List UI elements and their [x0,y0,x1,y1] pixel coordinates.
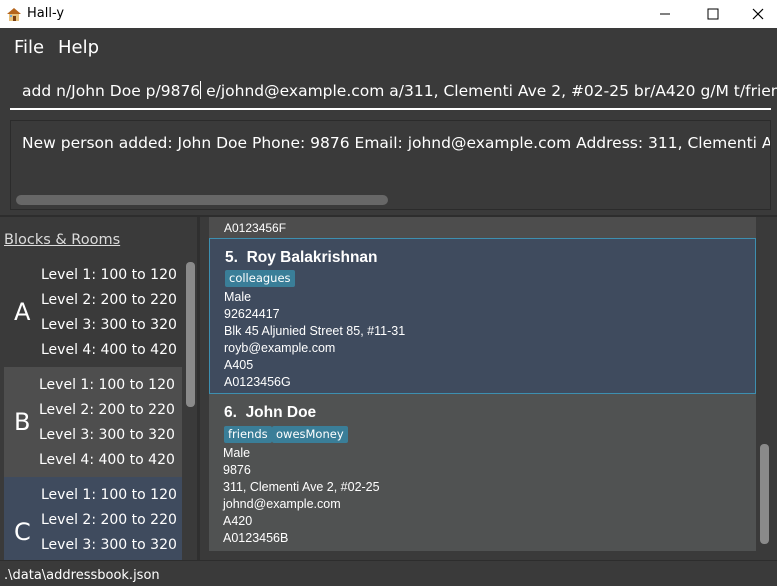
person-list-panel: A0123456F 5. Roy Balakrishnan colleagues… [200,217,777,560]
person-index: 5. [225,249,238,266]
command-text-before-caret: add n/John Doe p/9876 [22,82,201,100]
person-name: 5. Roy Balakrishnan [225,249,378,267]
block-letter: B [14,408,31,436]
blocks-rooms-panel: Blocks & Rooms A Level 1: 100 to 120 Lev… [0,217,198,560]
title-bar: Hall-y [0,0,777,28]
close-icon [752,8,764,20]
person-matric: A0123456G [224,375,291,389]
data-file-path: .\data\addressbook.json [4,568,160,583]
tag: owesMoney [272,426,348,443]
command-text-after-caret: e/johnd@example.com a/311, Clementi Ave … [201,82,777,100]
person-card[interactable]: 5. Roy Balakrishnan colleagues Male 9262… [209,238,756,394]
person-name-text: John Doe [245,404,317,421]
person-gender: Male [224,290,252,304]
person-name-text: Roy Balakrishnan [246,249,378,266]
person-email: royb@example.com [224,341,336,355]
maximize-icon [707,8,719,20]
menu-file[interactable]: File [14,37,44,58]
level-item: Level 2: 200 to 220 [41,292,177,308]
block-c[interactable]: C Level 1: 100 to 120 Level 2: 200 to 22… [4,477,182,560]
minimize-icon [660,13,670,15]
level-item: Level 2: 200 to 220 [41,512,177,528]
maximize-button[interactable] [690,0,736,28]
block-letter: A [14,298,31,326]
menu-bar: File Help [0,28,777,64]
status-bar: .\data\addressbook.json [0,560,777,586]
person-gender: Male [223,446,251,460]
command-input[interactable]: add n/John Doe p/9876 e/johnd@example.co… [10,70,777,110]
block-b[interactable]: B Level 1: 100 to 120 Level 2: 200 to 22… [4,367,182,477]
person-index: 6. [224,404,237,421]
menu-help[interactable]: Help [58,37,99,58]
person-matric: A0123456F [224,221,287,235]
person-card-partial[interactable]: A0123456F [209,217,756,238]
level-item: Level 4: 400 to 420 [39,452,175,468]
close-button[interactable] [735,0,777,28]
minimize-button[interactable] [642,0,688,28]
level-item: Level 1: 100 to 120 [41,267,177,283]
level-item: Level 3: 300 to 320 [39,427,175,443]
person-matric: A0123456B [223,531,289,545]
app-house-icon [7,8,21,21]
block-letter: C [14,518,31,546]
result-display[interactable]: New person added: John Doe Phone: 9876 E… [10,120,771,210]
person-room: A405 [224,358,254,372]
level-item: Level 4: 400 to 420 [41,342,177,358]
person-list-scrollbar[interactable] [760,444,769,544]
level-item: Level 1: 100 to 120 [41,487,177,503]
level-item: Level 1: 100 to 120 [39,377,175,393]
person-card[interactable]: 6. John Doe friends owesMoney Male 9876 … [209,394,756,551]
blocks-rooms-title[interactable]: Blocks & Rooms [4,232,120,248]
person-room: A420 [223,514,253,528]
tag: colleagues [225,270,295,287]
result-horizontal-scrollbar[interactable] [16,195,388,205]
person-phone: 9876 [223,463,251,477]
person-email: johnd@example.com [223,497,341,511]
command-text: add n/John Doe p/9876 e/johnd@example.co… [22,81,777,100]
person-address: 311, Clementi Ave 2, #02-25 [223,480,380,494]
sidebar-scrollbar[interactable] [186,262,195,407]
person-name: 6. John Doe [224,404,316,422]
block-a[interactable]: A Level 1: 100 to 120 Level 2: 200 to 22… [4,257,182,367]
level-item: Level 3: 300 to 320 [41,317,177,333]
person-address: Blk 45 Aljunied Street 85, #11-31 [224,324,406,338]
level-item: Level 3: 300 to 320 [41,537,177,553]
window-title: Hall-y [27,6,65,21]
result-text: New person added: John Doe Phone: 9876 E… [22,134,771,152]
tag: friends [224,426,272,443]
level-item: Level 2: 200 to 220 [39,402,175,418]
person-phone: 92624417 [224,307,280,321]
person-list[interactable]: A0123456F 5. Roy Balakrishnan colleagues… [209,217,756,551]
